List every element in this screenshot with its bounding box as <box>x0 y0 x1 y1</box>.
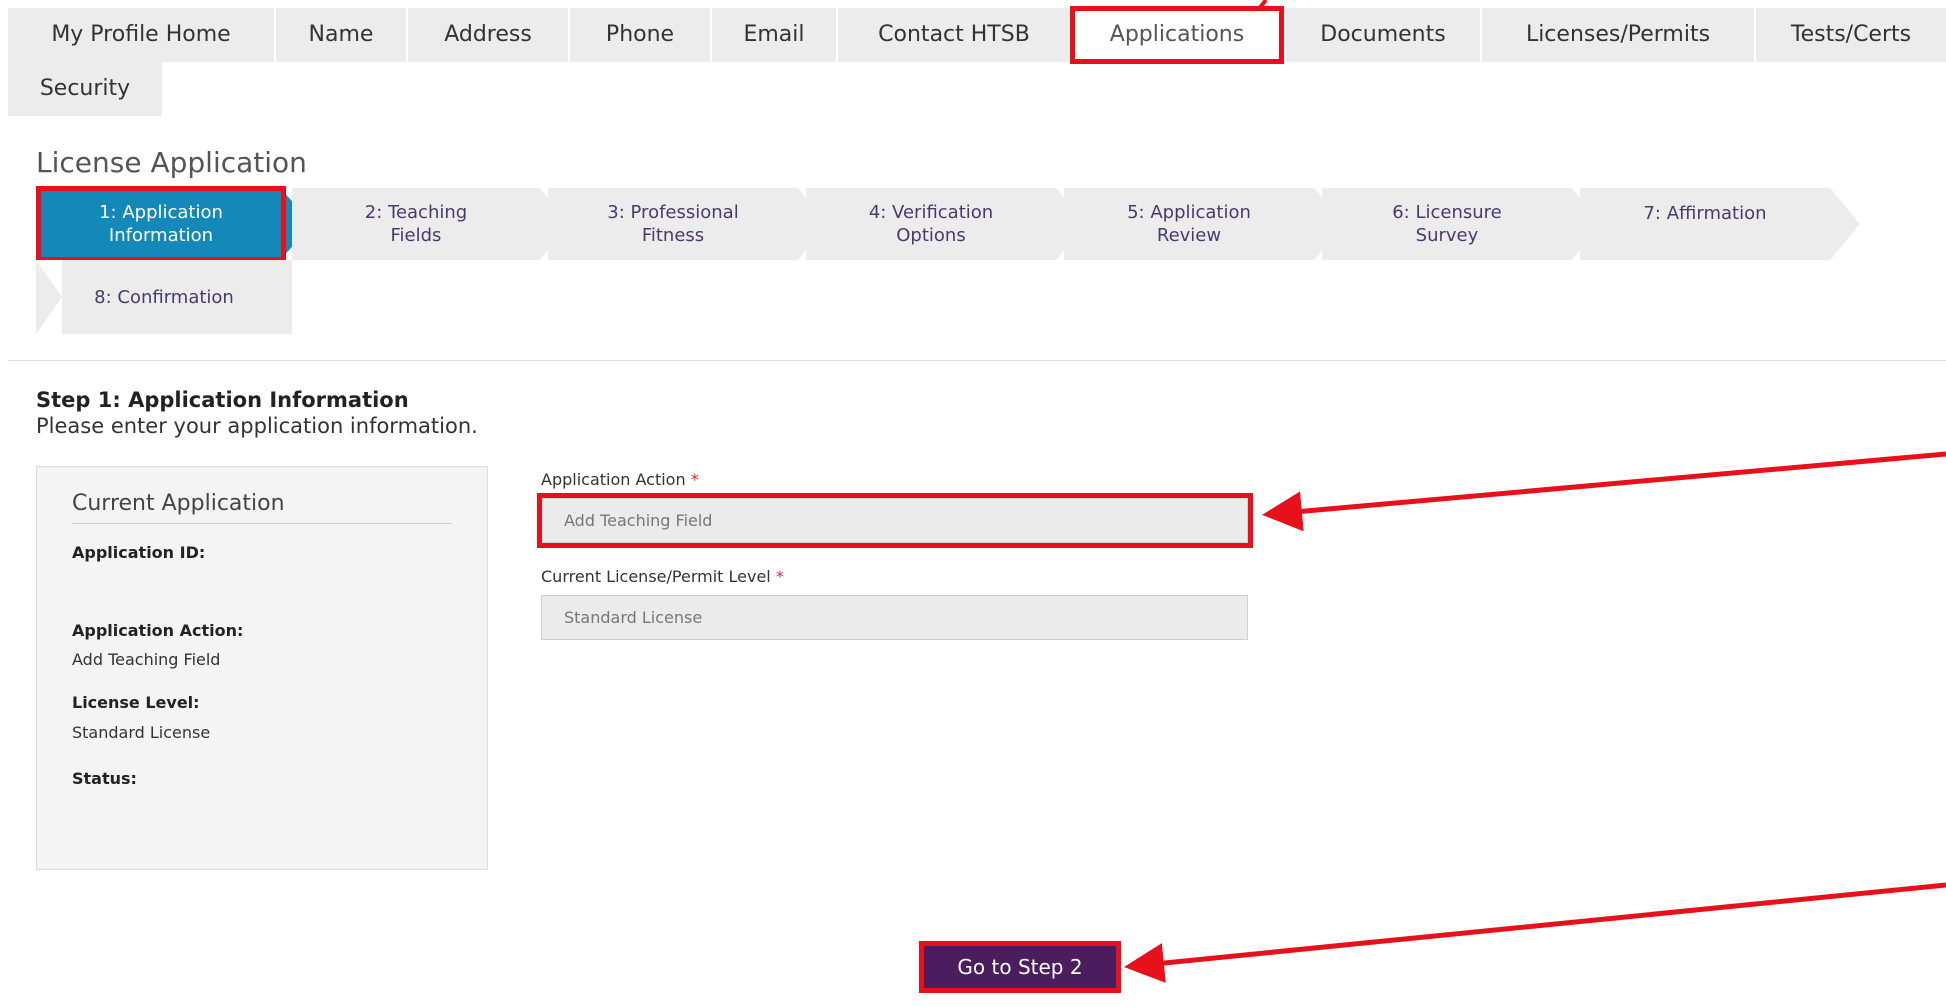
profile-tab-bar: My Profile Home Name Address Phone Email… <box>0 0 1946 118</box>
step-line-1: 3: Professional <box>607 202 739 223</box>
tab-phone[interactable]: Phone <box>570 8 710 62</box>
current-application-panel: Current Application Application ID: Appl… <box>36 466 488 870</box>
step-line-1: 2: Teaching <box>364 202 468 223</box>
panel-title: Current Application <box>72 491 285 516</box>
application-action-label: Application Action: <box>72 621 244 640</box>
wizard-step-licensure-survey[interactable]: 6: Licensure Survey <box>1322 188 1572 260</box>
step-line-1: 5: Application <box>1127 202 1251 223</box>
tab-applications[interactable]: Applications <box>1070 6 1284 64</box>
tab-label: Applications <box>1109 22 1245 47</box>
step-line-1: 4: Verification <box>868 202 994 223</box>
step-highlight-box <box>36 186 286 262</box>
license-level-field-label: Current License/Permit Level * <box>541 567 784 586</box>
required-marker: * <box>690 470 699 489</box>
step-line-2: Fitness <box>641 225 705 246</box>
tab-label: Phone <box>605 22 675 47</box>
tab-label: Security <box>39 76 131 101</box>
step-notch <box>36 260 62 334</box>
step-heading: Step 1: Application Information <box>36 388 409 412</box>
tab-label: Documents <box>1320 22 1446 47</box>
tab-documents[interactable]: Documents <box>1286 8 1480 62</box>
status-label: Status: <box>72 769 137 788</box>
step-line-1: 8: Confirmation <box>94 286 234 308</box>
tab-tests-certs[interactable]: Tests/Certs <box>1756 8 1946 62</box>
wizard-step-application-review[interactable]: 5: Application Review <box>1064 188 1314 260</box>
tab-label: Tests/Certs <box>1790 22 1912 47</box>
wizard-step-verification-options[interactable]: 4: Verification Options <box>806 188 1056 260</box>
tab-email[interactable]: Email <box>712 8 836 62</box>
arrow-to-application-action <box>1262 451 1946 532</box>
step-line-1: 7: Affirmation <box>1643 203 1767 224</box>
step-line-1: 6: Licensure <box>1392 202 1502 223</box>
tab-label: Email <box>743 22 805 47</box>
go-to-step-2-button[interactable]: Go to Step 2 <box>924 946 1116 988</box>
tab-label: Address <box>444 22 532 47</box>
field-label-text: Current License/Permit Level <box>541 567 771 586</box>
step-line-2: Fields <box>390 225 442 246</box>
tab-label: Name <box>308 22 374 47</box>
tab-name[interactable]: Name <box>276 8 406 62</box>
license-level-label: License Level: <box>72 693 200 712</box>
panel-divider <box>72 523 452 524</box>
tab-address[interactable]: Address <box>408 8 568 62</box>
wizard-step-professional-fitness[interactable]: 3: Professional Fitness <box>548 188 798 260</box>
field-label-text: Application Action <box>541 470 686 489</box>
step-line-2: Survey <box>1415 225 1479 246</box>
step-arrow <box>1830 188 1860 260</box>
wizard-step-affirmation[interactable]: 7: Affirmation <box>1580 188 1830 260</box>
wizard-step-confirmation[interactable]: 8: Confirmation <box>36 260 292 334</box>
arrow-to-next-button <box>1124 882 1946 983</box>
license-level-value: Standard License <box>72 723 211 742</box>
step-line-2: Options <box>896 225 966 246</box>
license-level-input[interactable] <box>541 595 1248 640</box>
application-action-value: Add Teaching Field <box>72 650 221 669</box>
tab-label: Contact HTSB <box>878 22 1030 47</box>
tab-security[interactable]: Security <box>8 62 162 116</box>
application-action-field-label: Application Action * <box>541 470 699 489</box>
tab-label: Licenses/Permits <box>1525 22 1711 47</box>
required-marker: * <box>775 567 784 586</box>
tab-my-profile-home[interactable]: My Profile Home <box>8 8 274 62</box>
wizard-step-teaching-fields[interactable]: 2: Teaching Fields <box>292 188 540 260</box>
step-line-2: Review <box>1156 225 1222 246</box>
application-action-input[interactable] <box>541 498 1248 543</box>
application-id-label: Application ID: <box>72 543 206 562</box>
tab-licenses-permits[interactable]: Licenses/Permits <box>1482 8 1754 62</box>
section-divider <box>8 360 1946 361</box>
page-title: License Application <box>36 146 307 179</box>
step-description: Please enter your application informatio… <box>36 414 478 438</box>
tab-contact-htsb[interactable]: Contact HTSB <box>838 8 1070 62</box>
tab-label: My Profile Home <box>51 22 231 47</box>
